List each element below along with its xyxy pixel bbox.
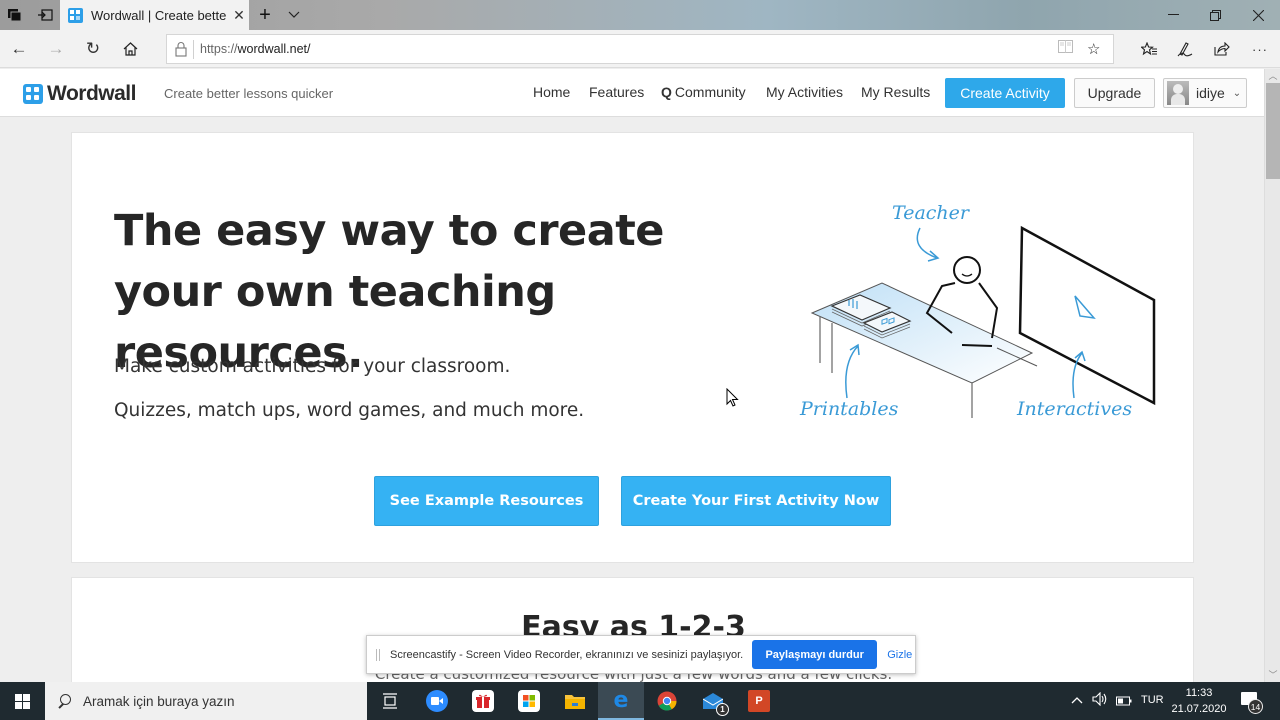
show-hidden-icons-chevron-icon[interactable] [1071, 692, 1083, 707]
site-header: Wordwall Create better lessons quicker H… [0, 69, 1264, 117]
teacher-label: Teacher [892, 202, 969, 224]
gift-app-icon[interactable] [460, 682, 506, 720]
share-icon[interactable] [1204, 34, 1240, 64]
lock-icon [175, 42, 187, 57]
mail-icon[interactable]: 1 [690, 682, 736, 720]
zoom-app-icon[interactable] [414, 682, 460, 720]
tab-list-chevron-icon[interactable] [279, 0, 309, 30]
wordwall-logo-icon [23, 84, 43, 104]
search-icon: Q [661, 84, 672, 100]
nav-home[interactable]: Home [533, 84, 570, 100]
tab-actions-icon[interactable] [0, 0, 30, 30]
nav-my-results[interactable]: My Results [861, 84, 930, 100]
action-center-icon[interactable]: 14 [1238, 690, 1263, 714]
taskbar-search[interactable]: Aramak için buraya yazın [45, 682, 367, 720]
favorites-hub-icon[interactable] [1131, 34, 1167, 64]
scroll-up-icon[interactable]: ︿ [1265, 69, 1280, 83]
see-example-resources-button[interactable]: See Example Resources [374, 476, 599, 526]
microsoft-store-icon[interactable] [506, 682, 552, 720]
input-language[interactable]: TUR [1141, 694, 1164, 706]
clock-date: 21.07.2020 [1171, 703, 1227, 715]
edge-browser-icon[interactable]: e [598, 682, 644, 720]
windows-logo-icon [15, 693, 30, 709]
wordwall-logo[interactable]: Wordwall [23, 82, 136, 106]
share-notice-text: Screencastify - Screen Video Recorder, e… [390, 648, 744, 661]
start-button[interactable] [0, 682, 45, 720]
mouse-cursor-icon [726, 388, 739, 407]
scroll-down-icon[interactable]: ﹀ [1265, 668, 1280, 682]
reading-view-icon[interactable] [1058, 40, 1073, 57]
classroom-illustration [810, 225, 1156, 418]
mail-badge: 1 [716, 703, 729, 716]
page-scrollbar[interactable]: ︿ ﹀ [1264, 69, 1280, 682]
interactives-label: Interactives [1017, 398, 1133, 420]
hero-subtitle-1: Make custom activities for your classroo… [114, 356, 511, 377]
volume-icon[interactable] [1092, 691, 1108, 709]
new-tab-icon[interactable]: + [250, 0, 280, 30]
taskbar-clock[interactable]: 11:33 21.07.2020 [1168, 685, 1230, 717]
create-activity-button[interactable]: Create Activity [945, 78, 1065, 108]
nav-community-label: Community [674, 84, 746, 100]
refresh-icon[interactable]: ↻ [77, 34, 109, 64]
battery-icon[interactable] [1116, 694, 1132, 709]
url-separator [193, 40, 194, 59]
close-window-icon[interactable] [1236, 0, 1280, 30]
home-icon[interactable] [114, 34, 146, 64]
logo-text: Wordwall [47, 82, 136, 105]
clock-time: 11:33 [1185, 687, 1213, 699]
tab-title: Wordwall | Create bette [91, 7, 227, 23]
favorite-star-icon[interactable]: ☆ [1087, 40, 1100, 58]
upgrade-button[interactable]: Upgrade [1074, 78, 1155, 108]
windows-taskbar: Aramak için buraya yazın e 1 P TUR 11:33… [0, 682, 1280, 720]
notes-pen-icon[interactable] [1167, 34, 1203, 64]
screen-share-notification: Screencastify - Screen Video Recorder, e… [366, 635, 916, 674]
back-icon[interactable]: ← [3, 34, 35, 64]
browser-tab-bar: Wordwall | Create bette ✕ + [0, 0, 1280, 30]
hide-notice-link[interactable]: Gizle [887, 649, 912, 661]
browser-address-bar: ← → ↻ https://wordwall.net/ ☆ ··· [0, 30, 1280, 68]
forward-icon[interactable]: → [40, 34, 72, 64]
hero-illustration: Teacher Printables Interactives [792, 188, 1172, 428]
avatar [1167, 81, 1189, 105]
wordwall-favicon-icon [68, 7, 83, 23]
powerpoint-icon[interactable]: P [736, 682, 782, 720]
nav-community[interactable]: Q Community [661, 84, 746, 100]
restore-icon[interactable] [1193, 0, 1237, 30]
user-menu-button[interactable]: idiye ⌄ [1163, 78, 1247, 108]
more-options-icon[interactable]: ··· [1242, 34, 1278, 64]
stop-sharing-button[interactable]: Paylaşmayı durdur [752, 640, 878, 669]
chevron-down-icon: ⌄ [1232, 87, 1242, 99]
nav-features[interactable]: Features [589, 84, 644, 100]
file-explorer-icon[interactable] [552, 682, 598, 720]
drag-handle-icon[interactable] [376, 648, 380, 661]
url-input[interactable]: https://wordwall.net/ ☆ [166, 34, 1114, 64]
set-aside-tabs-icon[interactable] [30, 0, 60, 30]
printables-label: Printables [800, 398, 899, 420]
nav-my-activities[interactable]: My Activities [766, 84, 843, 100]
minimize-icon[interactable] [1151, 0, 1195, 30]
notification-count-badge: 14 [1248, 699, 1263, 714]
task-view-icon[interactable] [367, 682, 413, 720]
tagline: Create better lessons quicker [164, 86, 334, 101]
search-icon [57, 694, 71, 708]
tab-wordwall[interactable]: Wordwall | Create bette ✕ [60, 0, 249, 30]
tab-close-icon[interactable]: ✕ [229, 7, 249, 24]
taskbar-search-placeholder: Aramak için buraya yazın [83, 693, 235, 709]
hero-subtitle-2: Quizzes, match ups, word games, and much… [114, 400, 585, 421]
hero-section: The easy way to create your own teaching… [71, 132, 1194, 563]
create-first-activity-button[interactable]: Create Your First Activity Now [621, 476, 891, 526]
user-name: idiye [1196, 85, 1225, 101]
scroll-thumb[interactable] [1266, 83, 1280, 179]
chrome-icon[interactable] [644, 682, 690, 720]
url-text: https://wordwall.net/ [200, 42, 311, 56]
